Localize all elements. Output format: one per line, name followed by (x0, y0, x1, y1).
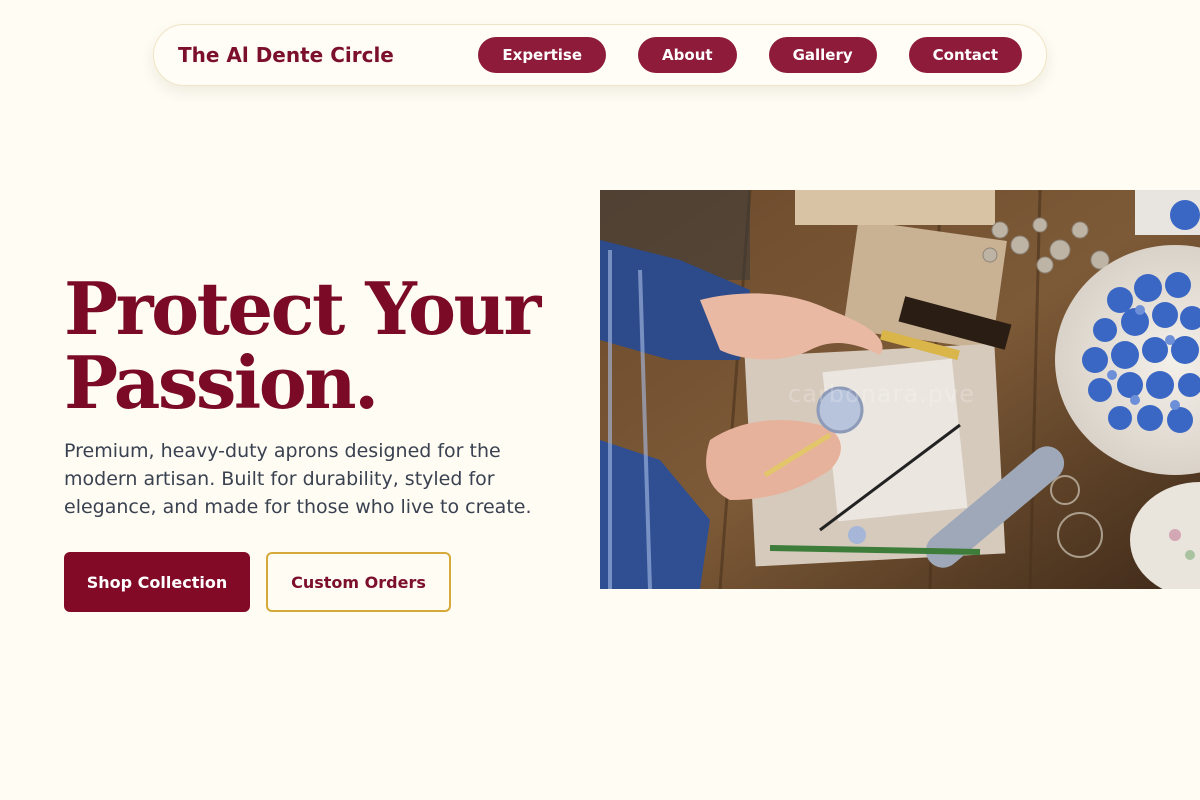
hero-description-line-2: modern artisan. Built for durability, st… (64, 468, 495, 490)
image-watermark: carbonara.pve (788, 380, 976, 408)
brand-logo-text[interactable]: The Al Dente Circle (178, 43, 394, 67)
nav-link-gallery[interactable]: Gallery (768, 37, 877, 73)
custom-orders-button[interactable]: Custom Orders (266, 552, 451, 612)
hero-title-line-1: Protect Your (64, 266, 541, 351)
shop-collection-button[interactable]: Shop Collection (64, 552, 250, 612)
navbar: The Al Dente Circle Expertise About Gall… (153, 24, 1047, 86)
hero-title: Protect Your Passion. (64, 272, 584, 420)
nav-link-expertise[interactable]: Expertise (478, 37, 607, 73)
hero-image: carbonara.pve (600, 190, 1200, 589)
nav-link-about[interactable]: About (638, 37, 737, 73)
nav-link-contact[interactable]: Contact (908, 37, 1022, 73)
nav-links: Expertise About Gallery Contact (478, 37, 1022, 73)
hero-description-line-1: Premium, heavy-duty aprons designed for … (64, 440, 501, 462)
hero-title-line-2: Passion. (64, 340, 379, 425)
hero-description-line-3: elegance, and made for those who live to… (64, 496, 532, 518)
hero-description: Premium, heavy-duty aprons designed for … (64, 437, 544, 521)
